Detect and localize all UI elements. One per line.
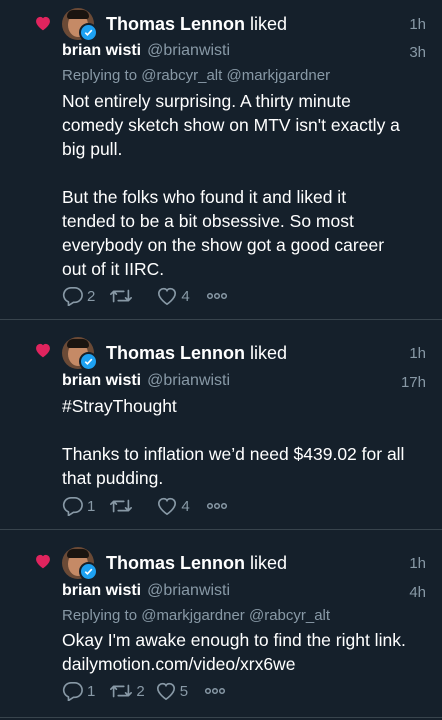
reply-icon — [62, 286, 83, 306]
tweet-line: everybody on the show got a good career — [62, 235, 385, 255]
more-button[interactable] — [206, 502, 228, 510]
tweet-line: Okay I'm awake enough to find the right … — [62, 630, 406, 650]
like-button[interactable]: 5 — [155, 681, 188, 701]
more-icon — [206, 292, 227, 300]
retweet-button[interactable] — [109, 496, 136, 516]
liker-line: Thomas Lennon liked — [106, 553, 287, 574]
heart-filled-icon — [36, 343, 50, 358]
retweet-icon — [110, 684, 133, 698]
retweet-icon — [110, 289, 133, 303]
tweet-time: 4h — [409, 584, 426, 601]
like-count: 5 — [179, 682, 189, 700]
liker-name[interactable]: Thomas Lennon — [106, 553, 245, 573]
more-button[interactable] — [206, 292, 228, 300]
retweet-button[interactable] — [109, 286, 136, 306]
retweet-icon — [110, 499, 133, 513]
tweet-line: But the folks who found it and liked it — [62, 187, 347, 207]
replying-to[interactable]: Replying to @markjgardner @rabcyr_alt — [62, 607, 330, 624]
avatar[interactable] — [62, 337, 98, 371]
tweet-text: #StrayThought Thanks to inflation we’d n… — [62, 394, 427, 490]
reply-button[interactable]: 1 — [62, 681, 95, 701]
tweet-actions: 1 2 5 — [62, 681, 226, 701]
author-name[interactable]: brian wisti — [62, 42, 141, 59]
author-handle[interactable]: @brianwisti — [147, 42, 230, 59]
like-button[interactable]: 4 — [156, 286, 190, 306]
like-time: 1h — [409, 345, 426, 362]
tweet-hashtag[interactable]: #StrayThought — [62, 394, 427, 418]
author-row[interactable]: brian wisti @brianwisti — [62, 42, 230, 60]
tweet-text: Okay I'm awake enough to find the right … — [62, 628, 427, 676]
like-time: 1h — [409, 555, 426, 572]
tweet-line: tended to be a bit obsessive. So most — [62, 211, 354, 231]
retweet-count: 2 — [136, 682, 145, 700]
liked-label: liked — [250, 553, 288, 573]
heart-outline-icon — [156, 682, 175, 701]
author-handle[interactable]: @brianwisti — [147, 582, 230, 599]
verified-badge-icon — [79, 23, 98, 42]
like-button[interactable]: 4 — [156, 496, 190, 516]
liker-name[interactable]: Thomas Lennon — [106, 14, 245, 34]
verified-badge-icon — [79, 562, 98, 581]
reply-icon — [62, 681, 83, 701]
retweet-button[interactable]: 2 — [109, 681, 145, 701]
tweet-line: that pudding. — [62, 468, 164, 488]
replying-to[interactable]: Replying to @rabcyr_alt @markjgardner — [62, 67, 330, 84]
reply-count: 2 — [87, 287, 96, 305]
reply-icon — [62, 496, 83, 516]
tweet-line — [62, 161, 427, 185]
activity-item[interactable]: Thomas Lennon liked 1h brian wisti @brian… — [0, 0, 442, 320]
like-time: 1h — [409, 16, 426, 33]
activity-item[interactable]: Thomas Lennon liked 1h brian wisti @brian… — [0, 530, 442, 718]
liker-name[interactable]: Thomas Lennon — [106, 343, 245, 363]
tweet-line — [62, 418, 427, 442]
avatar[interactable] — [62, 547, 98, 581]
heart-outline-icon — [158, 287, 177, 306]
tweet-line: big pull. — [62, 139, 123, 159]
author-row[interactable]: brian wisti @brianwisti — [62, 582, 230, 600]
author-handle[interactable]: @brianwisti — [147, 372, 230, 389]
tweet-line: Thanks to inflation we’d need $439.02 fo… — [62, 444, 405, 464]
tweet-actions: 2 4 — [62, 286, 228, 306]
reply-button[interactable]: 2 — [62, 286, 95, 306]
heart-filled-icon — [36, 16, 50, 31]
like-count: 4 — [181, 287, 190, 305]
tweet-line: out of it IIRC. — [62, 259, 165, 279]
heart-filled-icon — [36, 554, 50, 569]
like-count: 4 — [181, 497, 190, 515]
avatar[interactable] — [62, 8, 98, 42]
reply-count: 1 — [87, 682, 96, 700]
tweet-time: 3h — [409, 44, 426, 61]
activity-item[interactable]: Thomas Lennon liked 1h brian wisti @brian… — [0, 320, 442, 530]
liker-line: Thomas Lennon liked — [106, 343, 287, 364]
more-icon — [204, 687, 226, 695]
tweet-link[interactable]: dailymotion.com/video/xrx6we — [62, 652, 427, 676]
author-name[interactable]: brian wisti — [62, 372, 141, 389]
author-row[interactable]: brian wisti @brianwisti — [62, 372, 230, 390]
tweet-line: comedy sketch show on MTV isn't exactly … — [62, 115, 400, 135]
reply-count: 1 — [87, 497, 96, 515]
liker-line: Thomas Lennon liked — [106, 14, 287, 35]
tweet-actions: 1 4 — [62, 496, 228, 516]
tweet-text: Not entirely surprising. A thirty minute… — [62, 89, 427, 281]
more-button[interactable] — [204, 687, 226, 695]
verified-badge-icon — [79, 352, 98, 371]
more-icon — [206, 502, 227, 510]
tweet-time: 17h — [400, 374, 426, 391]
heart-outline-icon — [158, 497, 177, 516]
liked-label: liked — [250, 14, 288, 34]
tweet-line: Not entirely surprising. A thirty minute — [62, 91, 351, 111]
reply-button[interactable]: 1 — [62, 496, 95, 516]
liked-label: liked — [250, 343, 288, 363]
author-name[interactable]: brian wisti — [62, 582, 141, 599]
